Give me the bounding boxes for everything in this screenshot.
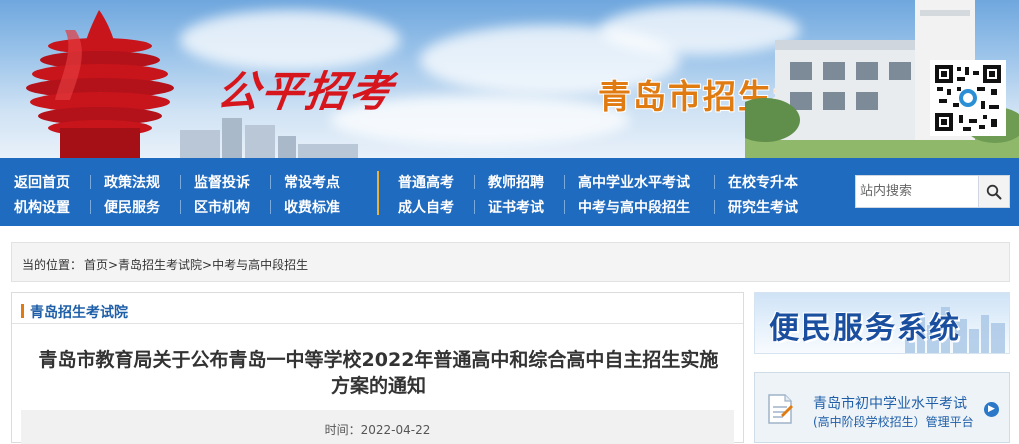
nav-divider: [180, 175, 181, 189]
nav-divider: [90, 200, 91, 214]
platform-link-title: 青岛市初中学业水平考试: [813, 396, 967, 412]
nav-divider: [474, 200, 475, 214]
nav-upgrade-exam[interactable]: 在校专升本: [728, 172, 798, 192]
nav-complaints[interactable]: 监督投诉: [194, 172, 250, 192]
nav-divider: [714, 200, 715, 214]
nav-graduate-exam[interactable]: 研究生考试: [728, 197, 798, 217]
article-panel: 青岛招生考试院 青岛市教育局关于公布青岛一中等学校2022年普通高中和综合高中自…: [11, 292, 744, 444]
city-building: [222, 118, 242, 158]
search-button[interactable]: [978, 176, 1009, 207]
city-building: [278, 136, 296, 158]
document-icon: [768, 394, 793, 424]
publish-date: 时间：2022-04-22: [324, 423, 431, 437]
section-title: 青岛招生考试院: [30, 305, 128, 321]
may-wind-sculpture-icon: [26, 10, 174, 158]
city-building: [245, 125, 275, 158]
service-system-title: 便民服务系统: [769, 311, 961, 346]
slogan-calligraphy: 公平招考: [214, 67, 398, 116]
section-accent-bar: [21, 304, 24, 318]
main-nav: 返回首页 政策法规 监督投诉 常设考点 普通高考 教师招聘 高中学业水平考试 在…: [0, 158, 1019, 226]
qr-code: [930, 60, 1006, 136]
article-title-line: 方案的通知: [330, 375, 426, 397]
breadcrumb-path[interactable]: 首页>青岛招生考试院>中考与高中段招生: [84, 256, 308, 273]
nav-academic-test[interactable]: 高中学业水平考试: [578, 172, 690, 192]
article-title: 青岛市教育局关于公布青岛一中等学校2022年普通高中和综合高中自主招生实施 方案…: [20, 347, 737, 399]
breadcrumb-label: 当的位置：: [22, 258, 83, 272]
nav-divider: [564, 175, 565, 189]
article-panel-header: 青岛招生考试院: [12, 293, 743, 324]
nav-divider: [714, 175, 715, 189]
search-icon: [986, 184, 1002, 199]
nav-exam-sites[interactable]: 常设考点: [284, 172, 340, 192]
nav-divider: [270, 175, 271, 189]
platform-link-subtitle: (高中阶段学校招生）管理平台: [813, 415, 974, 429]
header-banner: 公平招考 青岛市招生考试院: [0, 0, 1019, 158]
breadcrumb: 当的位置： 首页>青岛招生考试院>中考与高中段招生: [11, 242, 1010, 282]
nav-zhongkao[interactable]: 中考与高中段招生: [578, 197, 690, 217]
search-input[interactable]: [856, 176, 978, 207]
nav-adult-exam[interactable]: 成人自考: [398, 197, 454, 217]
nav-group-divider: [377, 171, 379, 215]
article-meta: 时间：2022-04-22: [21, 410, 734, 444]
nav-divider: [270, 200, 271, 214]
nav-organization[interactable]: 机构设置: [14, 197, 70, 217]
nav-teacher-recruit[interactable]: 教师招聘: [488, 172, 544, 192]
search-box: [855, 175, 1010, 208]
nav-divider: [180, 200, 181, 214]
nav-policies[interactable]: 政策法规: [104, 172, 160, 192]
nav-divider: [474, 175, 475, 189]
nav-district-orgs[interactable]: 区市机构: [194, 197, 250, 217]
nav-services[interactable]: 便民服务: [104, 197, 160, 217]
article-title-line: 青岛市教育局关于公布青岛一中等学校2022年普通高中和综合高中自主招生实施: [38, 349, 719, 371]
nav-divider: [564, 200, 565, 214]
nav-divider: [90, 175, 91, 189]
nav-gaokao[interactable]: 普通高考: [398, 172, 454, 192]
service-system-banner[interactable]: 便民服务系统: [754, 292, 1010, 354]
chevron-right-icon: ▶: [984, 402, 999, 417]
nav-certificate-exam[interactable]: 证书考试: [488, 197, 544, 217]
nav-home[interactable]: 返回首页: [14, 172, 70, 192]
city-building: [298, 144, 358, 158]
exam-platform-link[interactable]: 青岛市初中学业水平考试 (高中阶段学校招生）管理平台 ▶: [754, 372, 1010, 443]
nav-fees[interactable]: 收费标准: [284, 197, 340, 217]
